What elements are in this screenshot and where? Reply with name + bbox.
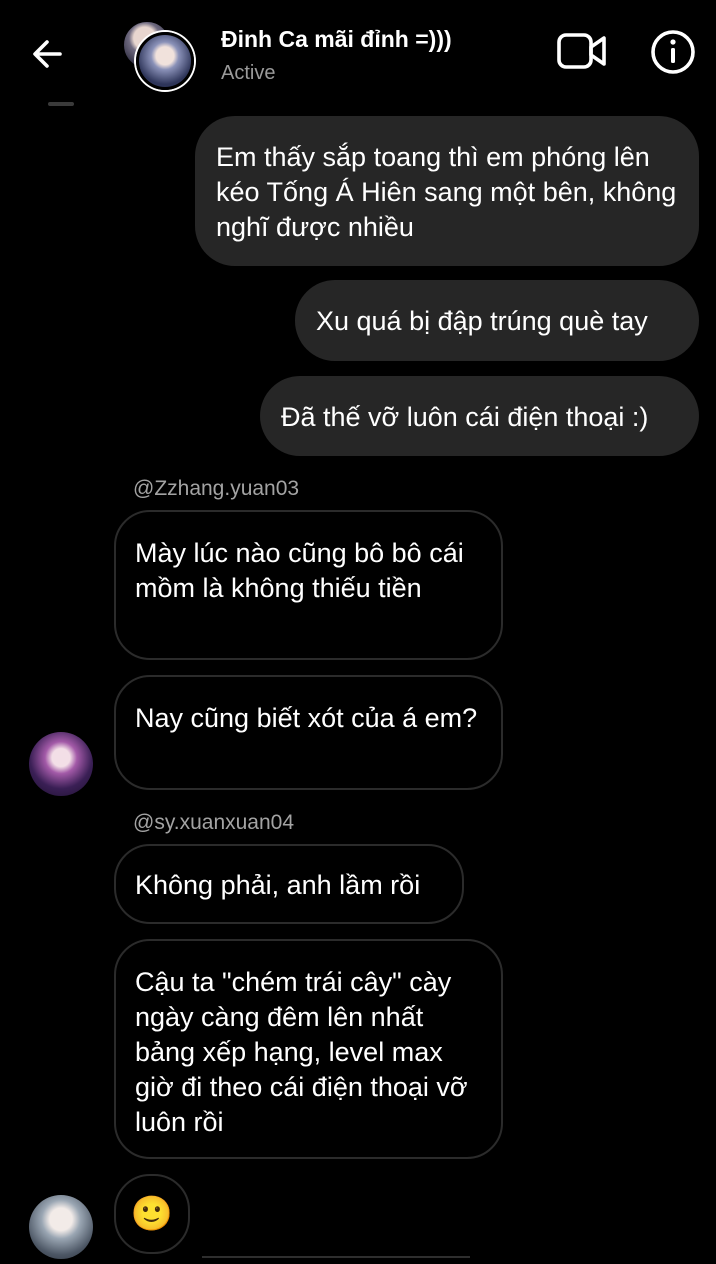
- divider: [202, 1256, 470, 1258]
- message-text: Mày lúc nào cũng bô bô cái mồm là không …: [135, 538, 464, 603]
- message-text: Cậu ta "chém trái cây" cày ngày càng đêm…: [135, 967, 468, 1137]
- received-message[interactable]: Nay cũng biết xót của á em?: [114, 675, 503, 790]
- message-text: Em thấy sắp toang thì em phóng lên kéo T…: [216, 142, 677, 242]
- message-text: Không phải, anh lầm rồi: [135, 870, 421, 900]
- contact-avatar[interactable]: [122, 20, 194, 92]
- sent-message[interactable]: Em thấy sắp toang thì em phóng lên kéo T…: [195, 116, 699, 266]
- message-text: Nay cũng biết xót của á em?: [135, 703, 478, 733]
- received-message[interactable]: Không phải, anh lầm rồi: [114, 844, 464, 924]
- video-camera-icon: [557, 33, 606, 69]
- back-button[interactable]: [28, 34, 68, 74]
- sender-username: @Zzhang.yuan03: [133, 477, 300, 500]
- received-message[interactable]: Mày lúc nào cũng bô bô cái mồm là không …: [114, 510, 503, 660]
- emoji-message[interactable]: 🙂: [114, 1174, 190, 1254]
- info-icon: [651, 30, 695, 74]
- info-button[interactable]: [650, 29, 696, 75]
- avatar[interactable]: [29, 732, 93, 796]
- chat-header: Đinh Ca mãi đỉnh =))) Active: [0, 0, 716, 104]
- video-call-button[interactable]: [556, 30, 608, 74]
- divider: [48, 102, 74, 106]
- emoji: 🙂: [130, 1193, 174, 1234]
- avatar: [136, 32, 194, 90]
- message-text: Đã thế vỡ luôn cái điện thoại :): [281, 402, 649, 432]
- avatar[interactable]: [29, 1195, 93, 1259]
- received-message[interactable]: Cậu ta "chém trái cây" cày ngày càng đêm…: [114, 939, 503, 1159]
- contact-name[interactable]: Đinh Ca mãi đỉnh =))): [221, 26, 452, 53]
- contact-status: Active: [221, 62, 276, 84]
- arrow-left-icon: [33, 40, 62, 68]
- sent-message[interactable]: Xu quá bị đập trúng què tay: [295, 280, 699, 361]
- sender-username: @sy.xuanxuan04: [133, 811, 295, 834]
- message-text: Xu quá bị đập trúng què tay: [316, 306, 648, 336]
- sent-message[interactable]: Đã thế vỡ luôn cái điện thoại :): [260, 376, 699, 456]
